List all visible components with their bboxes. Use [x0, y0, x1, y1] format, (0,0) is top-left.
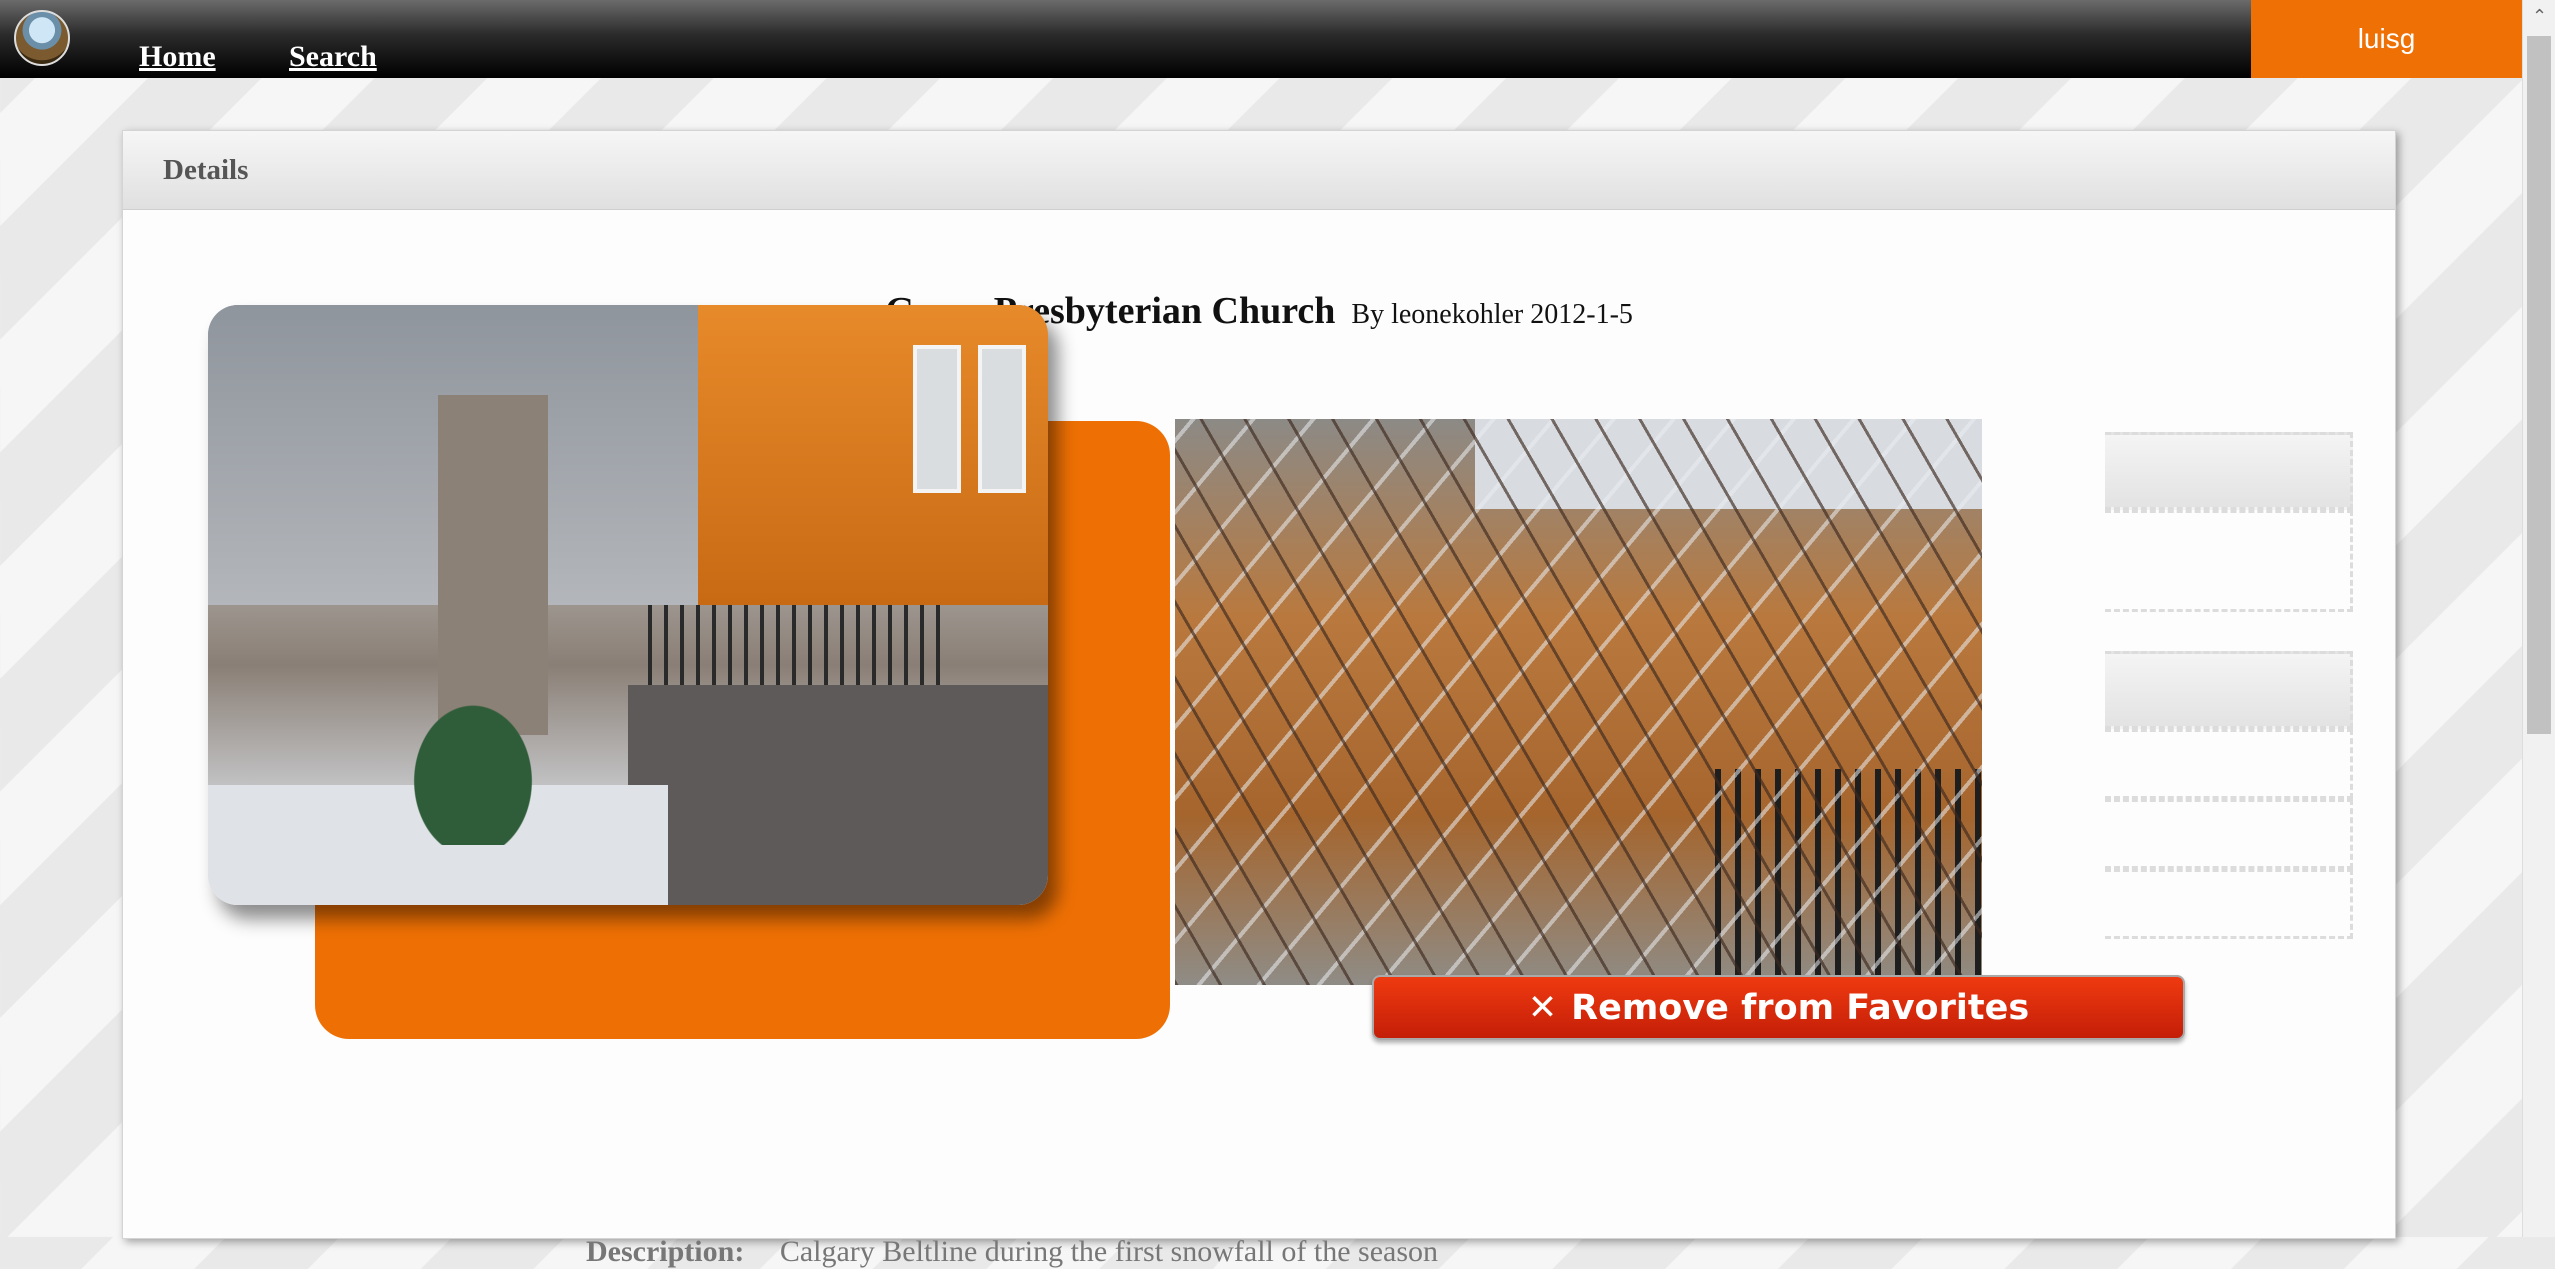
description-text: Calgary Beltline during the first snowfa… [779, 1235, 1438, 1268]
user-menu-button[interactable]: luisg [2251, 0, 2522, 78]
zoom-preview-image [1175, 419, 1982, 985]
photo-byline: By leonekohler 2012-1-5 [1351, 299, 1633, 330]
info-box-row [2105, 729, 2353, 799]
photo-church-tower [438, 395, 548, 735]
remove-button-label: Remove from Favorites [1571, 987, 2030, 1028]
chevron-up-icon[interactable]: ⌃ [2523, 0, 2555, 33]
zoom-branches [1175, 419, 1982, 985]
photo-evergreen [398, 685, 548, 845]
info-box-row [2105, 799, 2353, 869]
photo-window [978, 345, 1026, 493]
nav-home-link[interactable]: Home [139, 40, 216, 74]
nav-search-link[interactable]: Search [289, 40, 377, 74]
scrollbar-thumb[interactable] [2527, 36, 2551, 734]
photo-wall [628, 685, 1048, 905]
site-logo[interactable] [14, 10, 70, 66]
remove-from-favorites-button[interactable]: ✕ Remove from Favorites [1372, 975, 2185, 1040]
photo-image[interactable] [208, 305, 1048, 905]
top-navigation-bar: Home Search [0, 0, 2522, 78]
info-box-row [2105, 869, 2353, 939]
description-label: Description: [586, 1235, 745, 1268]
photo-window [913, 345, 961, 493]
info-box-header [2105, 651, 2353, 729]
info-box-header [2105, 432, 2353, 510]
panel-title: Details [123, 131, 2395, 210]
close-icon: ✕ [1527, 987, 1558, 1028]
photo-description: Description: Calgary Beltline during the… [586, 1235, 1438, 1269]
info-box-row [2105, 510, 2353, 612]
vertical-scrollbar[interactable]: ⌃ [2522, 0, 2555, 1237]
